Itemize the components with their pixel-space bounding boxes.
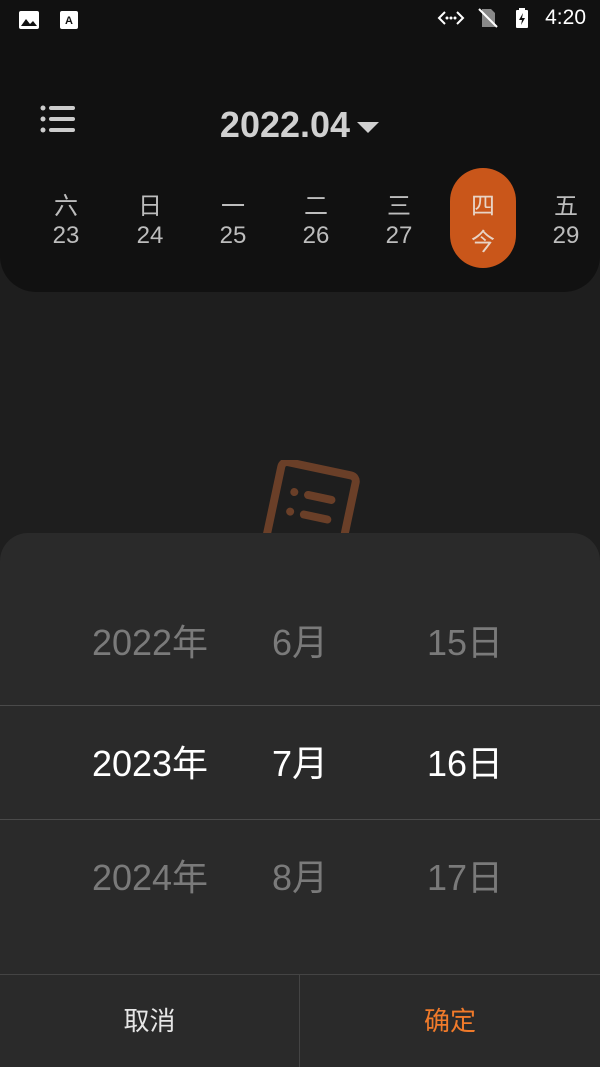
weekday-label: 二 xyxy=(304,192,328,220)
svg-text:A: A xyxy=(65,15,73,27)
picker-actions: 取消 确定 xyxy=(0,974,600,1067)
weekday-label: 日 xyxy=(138,192,162,220)
day-cell[interactable]: 六 23 xyxy=(33,168,99,268)
day-cell[interactable]: 三 27 xyxy=(366,168,432,268)
picker-row: 2024年 8月 17日 xyxy=(0,820,600,935)
screen: A 4:20 2022.04 六 23 日 24 一 25 二 26 三 27 … xyxy=(0,0,600,1067)
year-option[interactable]: 2024年 xyxy=(60,820,240,935)
day-cell-today[interactable]: 四 今 xyxy=(450,168,516,268)
date-picker-sheet: 2022年 6月 15日 2023年 7月 16日 2024年 8月 17日 取… xyxy=(0,533,600,1067)
caret-down-icon xyxy=(357,122,380,134)
date-label: 24 xyxy=(136,222,164,249)
no-sim-icon xyxy=(478,8,498,28)
calendar-header: 2022.04 六 23 日 24 一 25 二 26 三 27 四 今 五 2… xyxy=(0,40,600,292)
confirm-button[interactable]: 确定 xyxy=(300,975,600,1067)
month-option[interactable]: 8月 xyxy=(225,820,375,935)
month-option-selected[interactable]: 7月 xyxy=(225,706,375,821)
today-label: 今 xyxy=(471,229,495,256)
month-option[interactable]: 6月 xyxy=(225,585,375,700)
date-label: 26 xyxy=(302,222,330,249)
weekday-label: 四 xyxy=(471,192,495,220)
day-cell[interactable]: 五 29 xyxy=(533,168,599,268)
day-cell[interactable]: 一 25 xyxy=(200,168,266,268)
weekday-label: 五 xyxy=(554,192,578,220)
app-notification-icon: A xyxy=(60,11,78,29)
day-option[interactable]: 17日 xyxy=(390,820,540,935)
week-strip: 六 23 日 24 一 25 二 26 三 27 四 今 五 29 xyxy=(0,168,600,268)
data-transfer-icon xyxy=(437,11,465,25)
day-cell[interactable]: 二 26 xyxy=(283,168,349,268)
image-notification-icon xyxy=(19,11,39,29)
date-label: 23 xyxy=(52,222,80,249)
date-label: 27 xyxy=(385,222,413,249)
cancel-button[interactable]: 取消 xyxy=(0,975,300,1067)
date-label: 25 xyxy=(219,222,247,249)
weekday-label: 六 xyxy=(54,192,78,220)
battery-charging-icon xyxy=(516,8,529,28)
picker-row: 2022年 6月 15日 xyxy=(0,585,600,700)
year-option-selected[interactable]: 2023年 xyxy=(60,706,240,821)
date-label: 29 xyxy=(552,222,580,249)
weekday-label: 一 xyxy=(221,192,245,220)
picker-row-selected: 2023年 7月 16日 xyxy=(0,705,600,820)
date-wheel-picker[interactable]: 2022年 6月 15日 2023年 7月 16日 2024年 8月 17日 xyxy=(0,585,600,930)
status-bar: A 4:20 xyxy=(0,0,600,40)
weekday-label: 三 xyxy=(387,192,411,220)
day-option-selected[interactable]: 16日 xyxy=(390,706,540,821)
year-option[interactable]: 2022年 xyxy=(60,585,240,700)
month-label: 2022.04 xyxy=(219,104,351,145)
day-option[interactable]: 15日 xyxy=(390,585,540,700)
month-selector[interactable]: 2022.04 xyxy=(0,104,600,146)
day-cell[interactable]: 日 24 xyxy=(117,168,183,268)
status-time: 4:20 xyxy=(545,6,586,29)
